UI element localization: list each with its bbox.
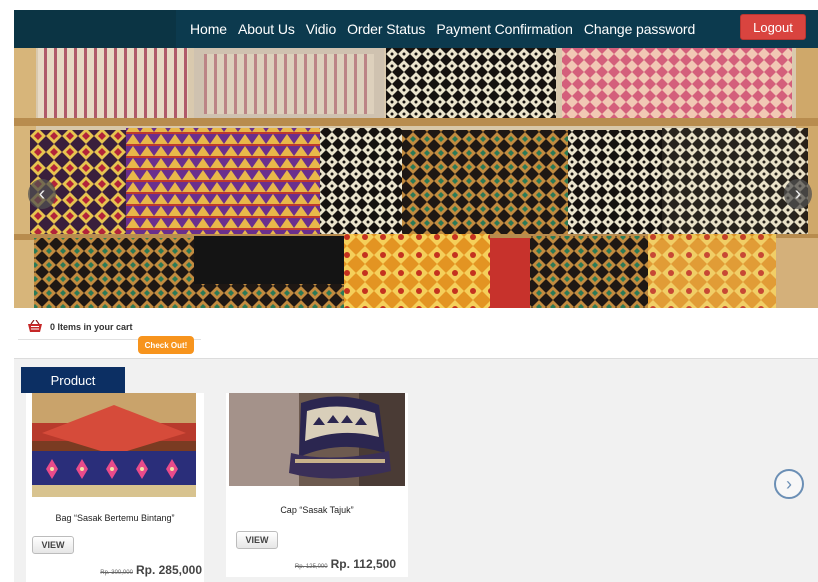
banner-carousel: ‹ › — [14, 48, 818, 308]
navbar-brand-area — [14, 10, 176, 48]
old-price: Rp. 300,000 — [100, 570, 133, 576]
product-name: Bag “Sasak Bertemu Bintang” — [55, 513, 175, 523]
product-card[interactable]: Cap “Sasak Tajuk” VIEW Rp. 125,000 Rp. 1… — [226, 393, 408, 577]
chevron-left-icon: ‹ — [38, 182, 46, 205]
banner-textile-image — [14, 48, 818, 308]
logout-button[interactable]: Logout — [740, 14, 806, 40]
checkout-button[interactable]: Check Out! — [138, 336, 194, 354]
section-title: Product — [21, 367, 125, 393]
product-name: Cap “Sasak Tajuk” — [280, 505, 354, 515]
shopping-basket-icon — [28, 319, 42, 332]
nav-links: Home About Us Vidio Order Status Payment… — [190, 10, 695, 48]
nav-home[interactable]: Home — [190, 21, 227, 37]
nav-change-password[interactable]: Change password — [584, 21, 695, 37]
nav-order-status[interactable]: Order Status — [347, 21, 425, 37]
price: Rp. 285,000 — [135, 563, 202, 577]
view-button[interactable]: VIEW — [32, 536, 74, 554]
product-image[interactable] — [229, 393, 405, 486]
app-frame: Home About Us Vidio Order Status Payment… — [14, 10, 818, 582]
top-navbar: Home About Us Vidio Order Status Payment… — [14, 10, 818, 48]
products-next-button[interactable]: › — [774, 469, 804, 499]
cart-area: 0 Items in your cart Check Out! — [14, 308, 818, 358]
chevron-right-icon: › — [786, 473, 792, 494]
product-image[interactable] — [32, 393, 196, 497]
bag-sasak-bertemu-bintang-image — [32, 393, 196, 497]
price-row: Rp. 125,000 Rp. 112,500 — [295, 557, 396, 571]
view-button[interactable]: VIEW — [236, 531, 278, 549]
nav-vidio[interactable]: Vidio — [306, 21, 336, 37]
price: Rp. 112,500 — [330, 557, 396, 571]
nav-payment-confirmation[interactable]: Payment Confirmation — [436, 21, 573, 37]
product-section: Product Bag “Sasak Bertemu Bintang” VIEW… — [14, 358, 818, 582]
price-row: Rp. 300,000 Rp. 285,000 — [100, 563, 202, 577]
banner-next-button[interactable]: › — [784, 179, 812, 209]
old-price: Rp. 125,000 — [294, 564, 328, 570]
cart-count-text: 0 Items in your cart — [50, 321, 133, 332]
product-card[interactable]: Bag “Sasak Bertemu Bintang” VIEW Rp. 300… — [26, 393, 204, 582]
nav-about-us[interactable]: About Us — [238, 21, 295, 37]
cap-sasak-tajuk-image — [229, 393, 405, 486]
chevron-right-icon: › — [794, 182, 802, 205]
banner-prev-button[interactable]: ‹ — [28, 179, 56, 209]
